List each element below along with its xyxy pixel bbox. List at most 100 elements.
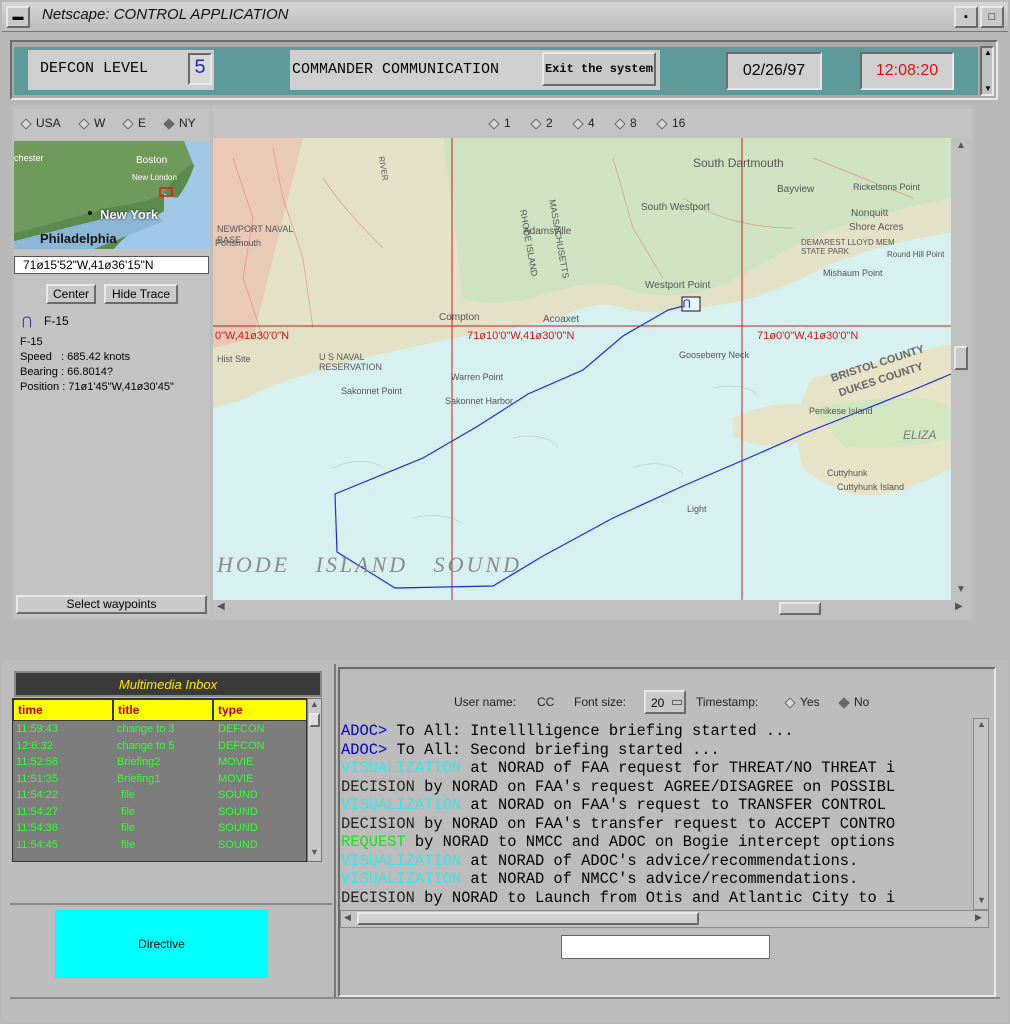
control-bar-scrollbar[interactable]: ▲ ▼ [980,46,994,96]
radio-diamond-icon [163,118,175,130]
message-text: at NORAD of FAA request for THREAT/NO TH… [461,759,896,777]
zoom-option-2[interactable]: 2 [530,116,553,130]
cell-time: 11:54:45 [16,838,59,851]
column-header-title[interactable]: title [113,699,213,721]
cell-type: MOVIE [218,772,254,785]
minimize-icon: ▪ [964,11,968,23]
table-row[interactable]: 11:54:45 file SOUND [13,838,306,856]
cell-type: MOVIE [218,756,254,768]
map-vertical-thumb[interactable] [954,346,968,370]
message-line: DECISION by NORAD on FAA's request AGREE… [341,778,972,796]
aircraft-marker[interactable]: ⋂ [683,298,690,309]
cell-type: SOUND [218,789,258,801]
message-log-vertical-scrollbar[interactable]: ▲ ▼ [973,718,989,910]
message-text: at NORAD of NMCC's advice/recommendation… [461,870,859,888]
map-placename: Hist Site [217,354,251,364]
inbox-scroll-thumb[interactable] [309,713,320,727]
radio-diamond-icon [656,118,668,130]
commander-panel: COMMANDER COMMUNICATION Exit the system [290,50,660,90]
tactical-map[interactable]: 0"W,41ø30'0"N 71ø10'0"W,41ø30'0"N 71ø0'0… [213,138,951,600]
minimize-button[interactable]: ▪ [954,6,978,28]
inbox-table[interactable]: time title type 11:59:43 change to 3 DEF… [12,698,307,862]
message-log-horizontal-scrollbar[interactable]: ◀ ▶ [340,910,989,928]
cell-time: 11:51:35 [16,772,59,785]
font-size-label: Font size: [574,695,627,709]
region-option-ny[interactable]: NY [163,116,196,130]
map-placename: NEWPORT NAVAL BASE [217,224,294,245]
scroll-up-icon: ▲ [956,140,966,151]
map-horizontal-thumb[interactable] [779,602,821,615]
message-line: VISUALIZATION at NORAD of ADOC's advice/… [341,852,972,870]
table-row[interactable]: 12:6:32 change to 5 DEFCON [13,739,306,757]
message-sender: DECISION [341,814,415,833]
defcon-label: DEFCON LEVEL [40,60,149,77]
message-sender: VISUALIZATION [341,851,462,870]
zoom-option-1[interactable]: 1 [488,116,511,130]
radio-diamond-icon [530,118,542,130]
cell-type: SOUND [218,822,258,834]
radio-diamond-icon [122,118,134,130]
maximize-button[interactable]: □ [980,6,1004,28]
minimap-label: New London [132,173,177,182]
region-option-w[interactable]: W [78,116,105,130]
center-button[interactable]: Center [46,284,96,304]
defcon-panel: DEFCON LEVEL 5 [28,50,214,90]
cursor-coordinates-field: 71ø15'52"W,41ø36'15"N [14,256,209,274]
region-option-e[interactable]: E [122,116,146,130]
table-row[interactable]: 11:52:56 Briefing2 MOVIE [13,756,306,773]
message-sender: VISUALIZATION [341,796,462,814]
vertical-divider [334,664,336,998]
table-row[interactable]: 11:54:36 file SOUND [13,822,306,839]
map-vertical-scrollbar[interactable]: ▲ ▼ [951,138,971,600]
table-row[interactable]: 11:51:35 Briefing1 MOVIE [13,772,306,790]
message-line: ADOC> To All: Intelllligence briefing st… [341,722,972,740]
commander-communication-label: COMMANDER COMMUNICATION [292,61,500,78]
message-line: DECISION by NORAD to Launch from Otis an… [341,889,972,907]
message-sender: VISUALIZATION [341,759,462,777]
message-input[interactable] [561,935,770,959]
zoom-option-4[interactable]: 4 [572,116,595,130]
column-header-time[interactable]: time [13,699,113,721]
scroll-down-icon: ▼ [310,847,319,857]
timestamp-yes-option[interactable]: Yes [784,695,820,709]
cell-title: file [121,805,136,818]
zoom-option-8[interactable]: 8 [614,116,637,130]
select-waypoints-button[interactable]: Select waypoints [16,595,207,614]
table-row[interactable]: 11:59:43 change to 3 DEFCON [13,723,306,740]
table-row[interactable]: 11:54:27 file SOUND [13,805,306,823]
map-placename: Shore Acres [849,222,904,233]
directive-button[interactable]: Directive [55,910,268,978]
date-display: 02/26/97 [726,52,822,90]
hide-trace-button[interactable]: Hide Trace [104,284,178,304]
defcon-level-value: 5 [188,53,212,85]
font-size-value: 20 [651,696,665,710]
clock-display: 12:08:20 [860,52,954,90]
timestamp-no-option[interactable]: No [838,695,869,709]
cell-title: file [121,822,136,834]
cell-title: file [121,838,136,851]
scroll-up-icon: ▲ [310,699,319,709]
map-placename: Cuttyhunk [827,468,868,478]
window-menu-button[interactable]: ▬ [6,6,30,28]
radio-diamond-icon [838,697,850,709]
cell-title: file [121,789,136,801]
table-row[interactable]: 11:54:22 file SOUND [13,789,306,806]
message-log-horizontal-thumb[interactable] [357,912,699,925]
message-text: by NORAD on FAA's transfer request to AC… [414,814,896,833]
minimap-label: chester [14,153,44,163]
scroll-down-icon: ▼ [984,84,992,93]
map-horizontal-scrollbar[interactable]: ◀ ▶ [213,600,971,618]
grid-label: 71ø10'0"W,41ø30'0"N [467,330,575,342]
column-header-type[interactable]: type [213,699,306,721]
message-text: To All: Intelllligence briefing started … [387,722,794,740]
cell-type: DEFCON [218,739,265,752]
inbox-scrollbar[interactable]: ▲ ▼ [307,698,322,862]
inbox-title: Multimedia Inbox [14,671,322,697]
scroll-up-icon: ▲ [984,48,992,57]
zoom-option-16[interactable]: 16 [656,116,685,130]
exit-system-button[interactable]: Exit the system [542,52,656,86]
font-size-select[interactable]: 20 [644,690,686,714]
overview-minimap[interactable]: chester Boston New London New York Phila… [14,141,209,249]
region-option-usa[interactable]: USA [20,116,61,130]
timestamp-label: Timestamp: [696,695,759,709]
